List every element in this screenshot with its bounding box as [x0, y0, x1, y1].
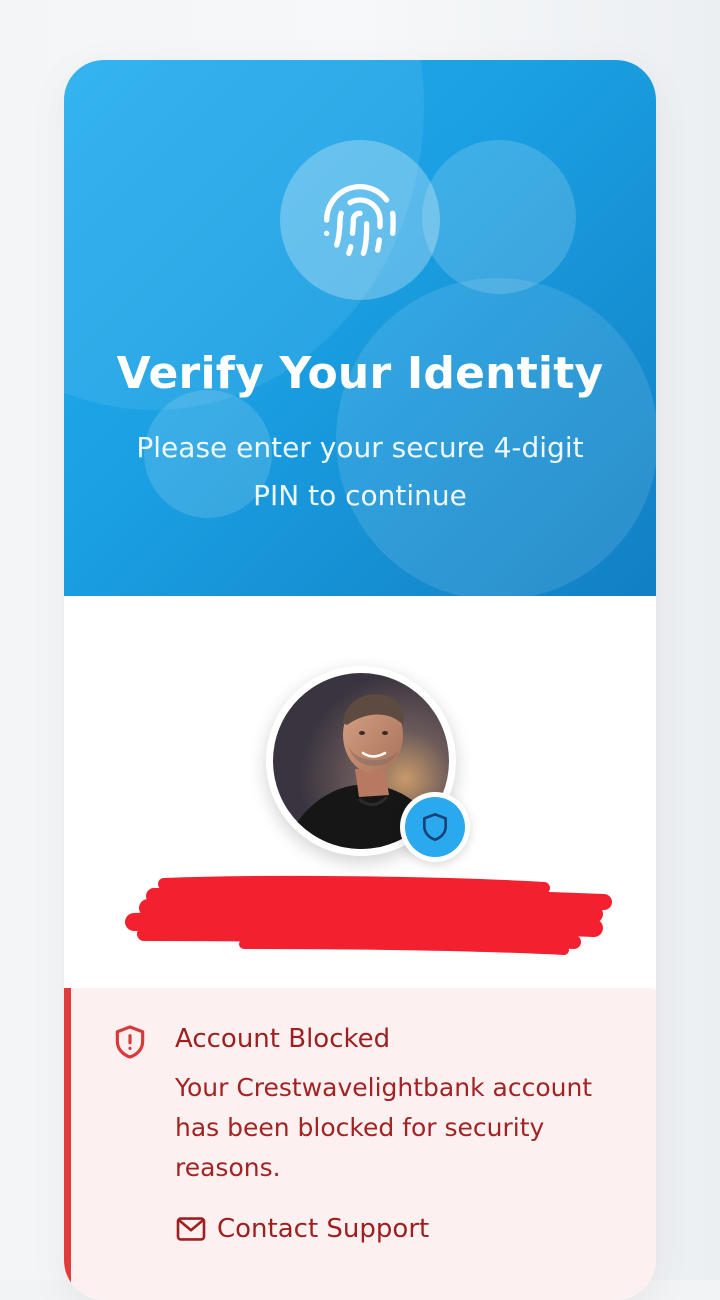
- fingerprint-badge: [280, 140, 440, 300]
- fingerprint-icon: [324, 184, 396, 256]
- alert-message: Your Crestwavelightbank account has been…: [175, 1073, 593, 1182]
- account-blocked-alert: Account Blocked Your Crestwavelightbank …: [64, 988, 656, 1300]
- hero-header: Verify Your Identity Please enter your s…: [64, 60, 656, 596]
- contact-support-label: Contact Support: [217, 1214, 430, 1244]
- page-title: Verify Your Identity: [116, 348, 604, 399]
- page-subtitle: Please enter your secure 4-digit PIN to …: [136, 431, 584, 512]
- verified-badge: [400, 792, 470, 862]
- verify-card: Verify Your Identity Please enter your s…: [64, 60, 656, 1300]
- shield-icon: [423, 813, 447, 841]
- alert-title: Account Blocked: [175, 1024, 391, 1054]
- mail-icon: [176, 1217, 206, 1241]
- redacted-username: [124, 872, 624, 962]
- decor-bubble: [422, 140, 576, 294]
- contact-support-link[interactable]: Contact Support: [175, 1214, 429, 1244]
- shield-alert-icon: [115, 1025, 145, 1059]
